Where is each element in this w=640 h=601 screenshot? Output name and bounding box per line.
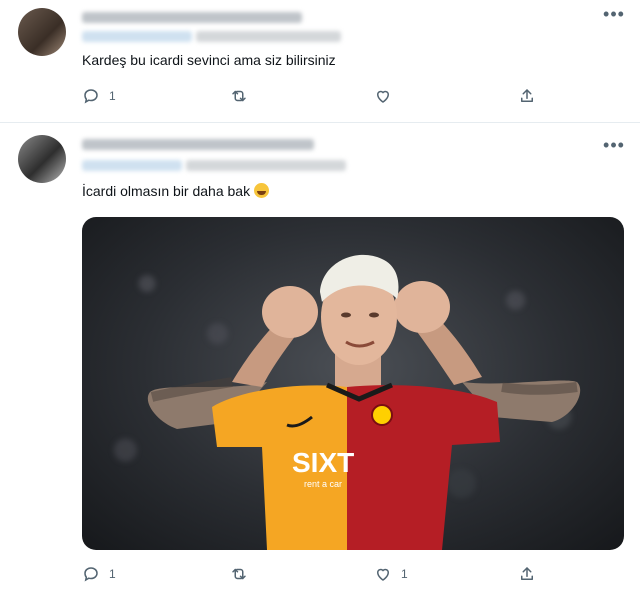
- blurred-author-handle: [82, 31, 192, 42]
- celebrating-player-illustration: SIXT rent a car: [147, 254, 581, 550]
- sponsor-subtext: rent a car: [304, 479, 342, 489]
- reply-button[interactable]: 1: [82, 85, 116, 107]
- reply-count: 1: [109, 567, 116, 581]
- reply-icon: [84, 567, 98, 582]
- like-count: 1: [401, 567, 408, 581]
- tweet-text: Kardeş bu icardi sevinci ama siz bilirsi…: [82, 52, 336, 68]
- more-options-icon[interactable]: •••: [602, 136, 626, 157]
- tweet-image[interactable]: SIXT rent a car: [82, 217, 624, 550]
- blurred-timestamp: [186, 160, 346, 171]
- share-button[interactable]: [518, 563, 536, 585]
- retweet-icon: [232, 568, 246, 580]
- tears-of-joy-emoji: [254, 183, 270, 198]
- tweet[interactable]: ••• Kardeş bu icardi sevinci ama siz bil…: [0, 0, 640, 123]
- blurred-author-name: [82, 139, 314, 150]
- tweet[interactable]: ••• İcardi olmasın bir daha bak SIXT ren…: [0, 123, 640, 601]
- like-button[interactable]: [374, 85, 392, 107]
- tweet-text-content: İcardi olmasın bir daha bak: [82, 183, 251, 199]
- sponsor-logo-text: SIXT: [292, 447, 354, 478]
- heart-icon: [376, 90, 390, 103]
- reply-button[interactable]: 1: [82, 563, 116, 585]
- blurred-timestamp: [196, 31, 341, 42]
- share-icon: [521, 89, 533, 102]
- tweet-text: İcardi olmasın bir daha bak: [82, 183, 270, 199]
- reply-icon: [84, 89, 98, 104]
- share-icon: [521, 567, 533, 580]
- tweet-actions: 1 1: [0, 563, 640, 587]
- like-button[interactable]: 1: [374, 563, 408, 585]
- blurred-author-name: [82, 12, 302, 23]
- retweet-button[interactable]: [230, 85, 248, 107]
- reply-count: 1: [109, 89, 116, 103]
- avatar[interactable]: [18, 8, 66, 56]
- more-options-icon[interactable]: •••: [602, 5, 626, 26]
- heart-icon: [376, 568, 390, 581]
- tweet-actions: 1: [0, 85, 640, 109]
- retweet-button[interactable]: [230, 563, 248, 585]
- blurred-author-handle: [82, 160, 182, 171]
- avatar[interactable]: [18, 135, 66, 183]
- share-button[interactable]: [518, 85, 536, 107]
- retweet-icon: [232, 90, 246, 102]
